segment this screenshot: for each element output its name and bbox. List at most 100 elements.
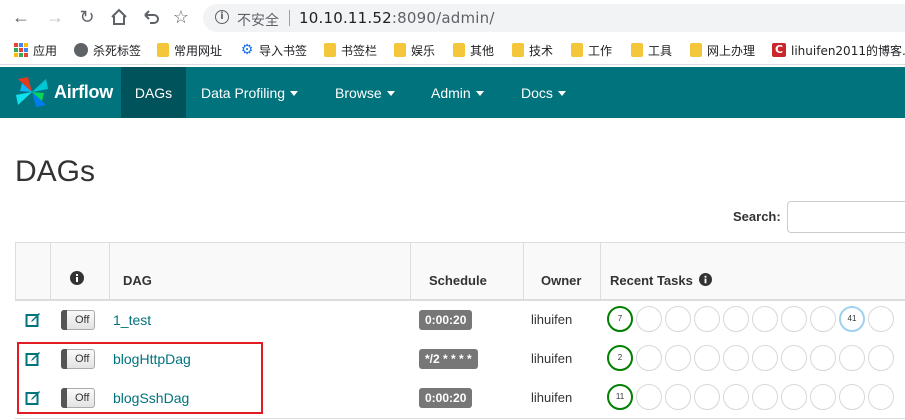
folder-icon [631,43,643,57]
task-state-circle[interactable] [781,345,807,371]
bookmark-other[interactable]: 其他 [453,41,494,59]
task-state-circle[interactable] [868,345,894,371]
task-state-circle[interactable] [810,345,836,371]
info-header-icon [70,271,84,288]
bookmark-apps[interactable]: 应用 [14,41,57,59]
insecure-label: 不安全 [237,13,279,29]
task-state-circle[interactable] [665,306,691,332]
task-state-circle[interactable] [752,306,778,332]
bookmark-label: 常用网址 [174,43,223,58]
brand-text: Airflow [54,81,113,102]
divider [289,10,290,26]
nav-browse[interactable]: Browse [335,67,395,118]
table-header: DAG Schedule Owner Recent Tasks [15,243,905,301]
bookmark-bookmark-bar[interactable]: 书签栏 [324,41,377,59]
nav-dags[interactable]: DAGs [121,67,186,118]
task-state-circle[interactable] [752,384,778,410]
url-text[interactable]: 10.10.11.52:8090/admin/ [299,9,495,27]
airflow-navbar: Airflow DAGs Data Profiling Browse Admin… [0,67,905,118]
nav-label: Browse [335,84,382,101]
forward-icon[interactable]: → [42,4,68,30]
owner-text: lihuifen [531,312,573,327]
nav-admin[interactable]: Admin [431,67,484,118]
back-icon[interactable]: ← [8,4,34,30]
task-state-circle[interactable]: 2 [607,345,633,371]
task-state-circle[interactable] [665,384,691,410]
folder-icon [512,43,524,57]
task-state-circle[interactable]: 7 [607,306,633,332]
dag-link[interactable]: 1_test [113,312,151,328]
highlight-box [17,342,263,414]
bookmark-label: 书签栏 [341,43,378,58]
task-state-circle[interactable]: 41 [839,306,865,332]
info-icon[interactable] [699,273,713,286]
gear-icon: ⚙ [240,42,254,58]
page-title: DAGs [15,155,96,188]
undo-icon[interactable] [138,4,164,30]
task-state-circle[interactable] [781,306,807,332]
task-state-circle[interactable] [752,345,778,371]
folder-icon [571,43,583,57]
task-state-circle[interactable] [694,384,720,410]
folder-icon [690,43,702,57]
bookmark-work[interactable]: 工作 [571,41,612,59]
task-state-circle[interactable]: 11 [607,384,633,410]
home-icon[interactable] [106,4,132,30]
bookmark-label: 娱乐 [411,43,436,58]
task-state-circle[interactable] [694,345,720,371]
schedule-badge: 0:00:20 [419,388,473,408]
url-host: 10.10.11.52 [299,9,392,27]
header-dag[interactable]: DAG [123,273,152,288]
bookmark-label: 技术 [529,43,554,58]
task-state-circle[interactable] [636,384,662,410]
url-path: :8090/admin/ [391,9,495,27]
task-state-circle[interactable] [723,345,749,371]
task-state-circle[interactable] [723,384,749,410]
edit-icon[interactable] [25,312,41,328]
task-state-circle[interactable] [694,306,720,332]
dag-toggle[interactable]: Off [61,310,95,330]
bookmark-import[interactable]: ⚙ 导入书签 [240,41,307,59]
bookmark-tools[interactable]: 工具 [631,41,672,59]
nav-data-profiling[interactable]: Data Profiling [201,67,299,118]
reload-icon[interactable]: ↻ [74,4,100,30]
bookmark-common-sites[interactable]: 常用网址 [157,41,222,59]
task-state-circle[interactable] [839,345,865,371]
chevron-down-icon [557,91,566,96]
folder-icon [324,43,336,57]
task-state-circle[interactable] [810,306,836,332]
nav-label: Data Profiling [201,84,286,101]
task-state-circle[interactable] [781,384,807,410]
bookmark-label: lihuifen2011的博客... [791,43,905,58]
bookmark-star-icon[interactable]: ☆ [168,4,194,30]
search-label: Search: [733,209,781,224]
browser-toolbar: ← → ↻ ☆ i 不安全 10.10.11.52:8090/admin/ [0,0,905,36]
bookmarks-bar: 应用 杀死标签 常用网址 ⚙ 导入书签 书签栏 娱乐 其他 技术 工作 工具 网上… [0,36,905,65]
bookmark-entertainment[interactable]: 娱乐 [394,41,435,59]
bookmark-blog[interactable]: Clihuifen2011的博客... [772,41,905,59]
folder-icon [157,43,169,57]
task-state-circle[interactable] [868,384,894,410]
bookmark-tech[interactable]: 技术 [512,41,553,59]
header-schedule[interactable]: Schedule [429,273,487,288]
task-state-circle[interactable] [810,384,836,410]
bookmark-kill-tab[interactable]: 杀死标签 [74,41,141,59]
owner-text: lihuifen [531,351,573,366]
task-state-circle[interactable] [636,345,662,371]
schedule-badge: 0:00:20 [419,310,473,330]
info-icon[interactable]: i [215,10,229,24]
nav-label: Admin [431,84,471,101]
airflow-logo[interactable]: Airflow [14,75,113,109]
address-bar[interactable]: i 不安全 10.10.11.52:8090/admin/ [203,4,905,32]
task-state-circle[interactable] [665,345,691,371]
chevron-down-icon [475,91,484,96]
nav-docs[interactable]: Docs [521,67,566,118]
task-state-circle[interactable] [868,306,894,332]
search-input[interactable] [787,201,905,233]
bookmark-online-services[interactable]: 网上办理 [690,41,755,59]
bookmark-label: 工具 [648,43,673,58]
task-state-circle[interactable] [723,306,749,332]
task-state-circle[interactable] [636,306,662,332]
task-state-circle[interactable] [839,384,865,410]
header-owner[interactable]: Owner [541,273,581,288]
